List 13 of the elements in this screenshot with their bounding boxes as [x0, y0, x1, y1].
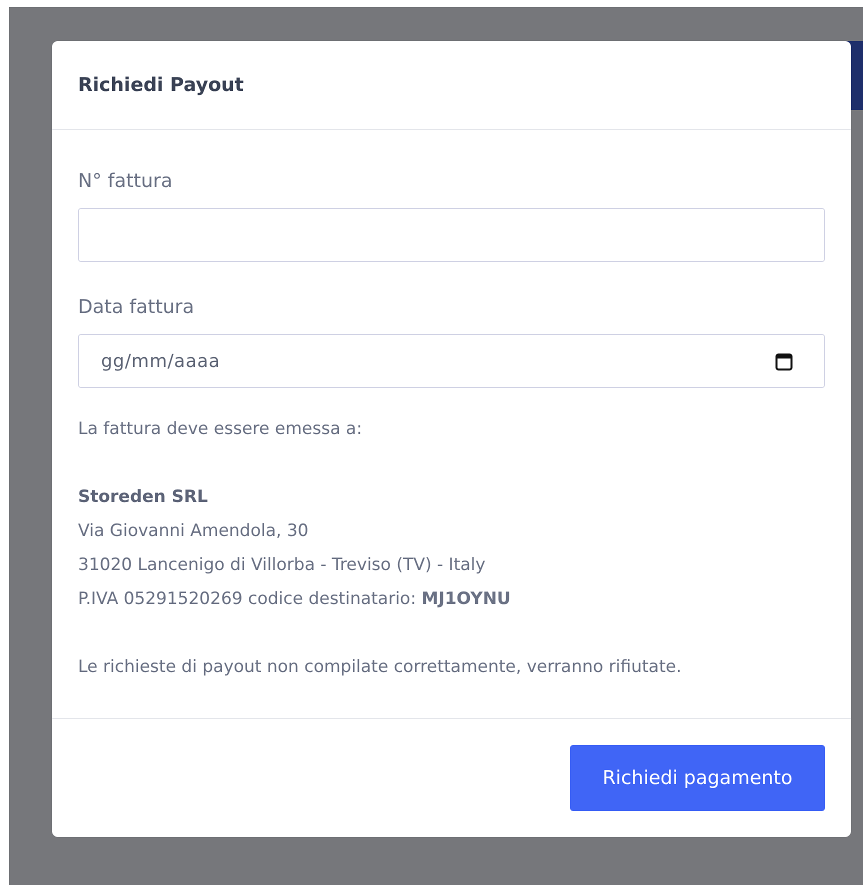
- intro-text: La fattura deve essere emessa a:: [78, 418, 364, 441]
- dialog-title: Richiedi Payout: [78, 74, 244, 96]
- field-label: Data fattura: [78, 296, 196, 318]
- calendar-icon[interactable]: [775, 352, 793, 371]
- field-label: N° fattura: [78, 170, 174, 192]
- warning-text: Le richieste di payout non compilate correttamente, verranno rifiutate.: [78, 656, 682, 679]
- address-line: P.IVA 05291520269 codice destinatario: MJ1OYNU: [78, 588, 512, 611]
- submit-button[interactable]: Richiedi pagamento: [570, 745, 825, 811]
- company-name: Storeden SRL: [78, 486, 209, 509]
- input-field[interactable]: [78, 208, 825, 262]
- date-field[interactable]: gg/mm/aaaa: [78, 334, 825, 388]
- address-line: Via Giovanni Amendola, 30: [78, 520, 310, 543]
- address-line: 31020 Lancenigo di Villorba - Treviso (TV) - Italy: [78, 554, 486, 577]
